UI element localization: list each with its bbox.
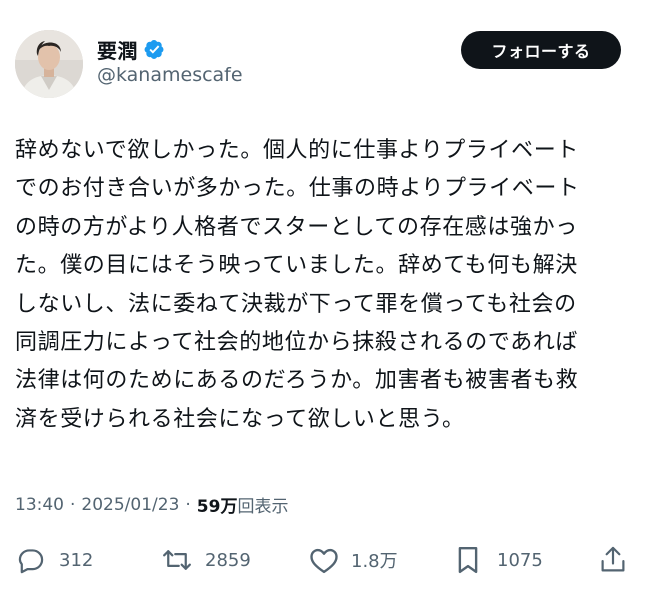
tweet-time[interactable]: 13:40: [15, 495, 64, 515]
author-display-name[interactable]: 要潤: [97, 35, 138, 64]
repost-icon: [163, 550, 191, 570]
meta-separator: ·: [70, 494, 76, 515]
like-icon: [310, 548, 338, 574]
avatar[interactable]: [15, 30, 83, 98]
repost-button[interactable]: 2859: [161, 540, 251, 580]
like-button[interactable]: 1.8万: [309, 540, 398, 580]
tweet-text-line: 同調圧力によって社会的地位から抹殺されるのであれば: [15, 330, 579, 356]
tweet-text-line: しないし、法に委ねて決裁が下って罪を償っても社会の: [15, 291, 577, 317]
tweet-text: 辞めないで欲しかった。個人的に仕事よりプライベート でのお付き合いが多かった。仕…: [15, 132, 640, 439]
verified-badge-icon: [144, 39, 165, 60]
tweet-text-line: 済を受けられる社会になって欲しいと思う。: [15, 406, 465, 432]
tweet-text-line: でのお付き合いが多かった。仕事の時よりプライベート: [15, 176, 580, 202]
views-label[interactable]: 回表示: [237, 492, 288, 517]
views-count[interactable]: 59万: [197, 492, 238, 517]
bookmark-button[interactable]: 1075: [455, 540, 543, 580]
tweet-text-line: 辞めないで欲しかった。個人的に仕事よりプライベート: [15, 138, 579, 163]
tweet-text-line: 法律は何のためにあるのだろうか。加害者も被害者も救: [15, 368, 579, 394]
bookmark-count: 1075: [497, 549, 543, 571]
tweet-meta: 13:40 · 2025/01/23 · 59万 回表示: [15, 492, 288, 518]
tweet-text-line: の時の方がより人格者でスターとしての存在感は強かっ: [15, 214, 578, 240]
follow-button[interactable]: フォローする: [461, 31, 621, 69]
meta-separator: ·: [185, 494, 191, 515]
repost-count: 2859: [205, 549, 251, 571]
tweet-text-line: た。僕の目にはそう映っていました。辞めても何も解決: [15, 253, 578, 279]
avatar-image: [15, 30, 83, 98]
author-name-row[interactable]: 要潤: [97, 34, 165, 64]
author-handle[interactable]: @kanamescafe: [97, 64, 243, 86]
reply-icon: [18, 549, 44, 574]
action-bar: 312 2859 1.8万 1075: [15, 540, 635, 580]
reply-count: 312: [59, 549, 94, 571]
bookmark-icon: [458, 546, 478, 574]
tweet-date[interactable]: 2025/01/23: [81, 495, 179, 515]
share-button[interactable]: [599, 540, 627, 580]
share-icon: [601, 546, 625, 572]
like-count: 1.8万: [351, 551, 398, 572]
reply-button[interactable]: 312: [17, 540, 93, 580]
